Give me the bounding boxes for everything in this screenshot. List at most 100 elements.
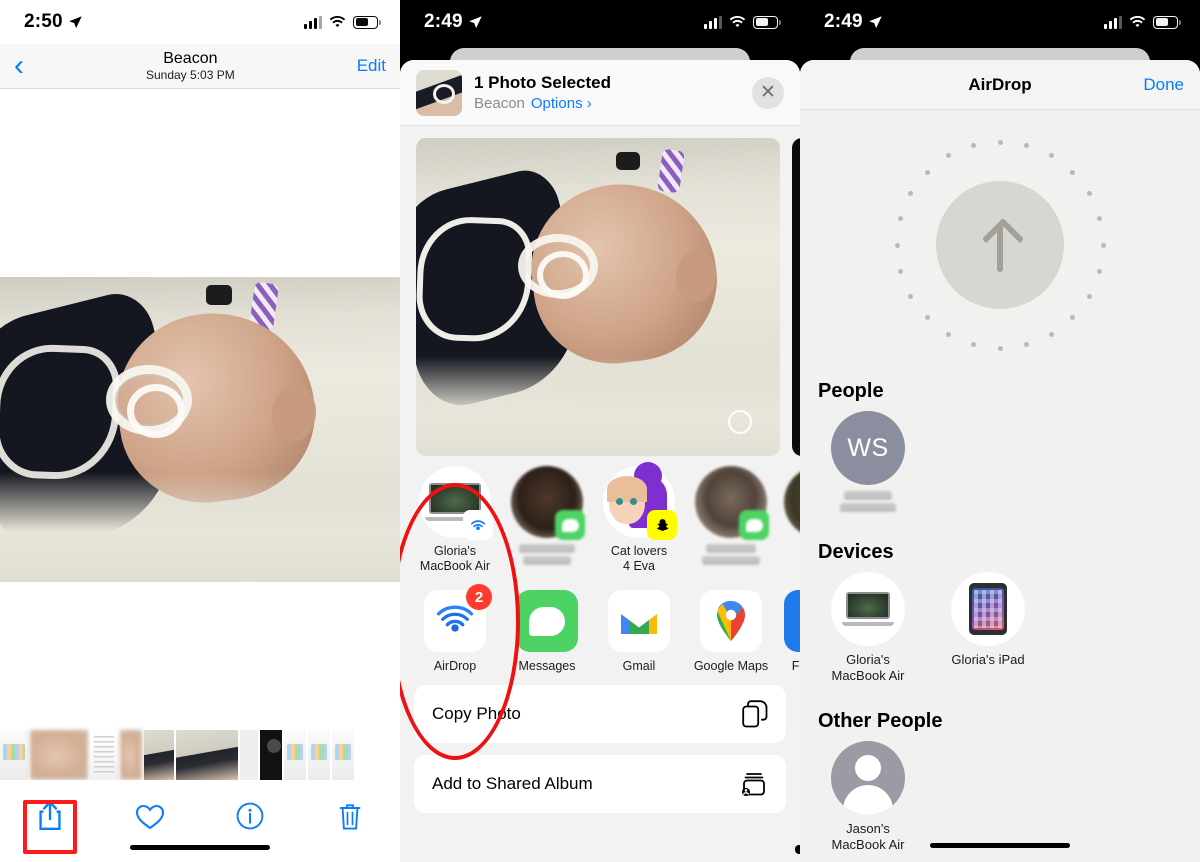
share-target-macbook[interactable]: Gloria's MacBook Air — [416, 466, 494, 574]
facebook-app-icon — [784, 590, 800, 652]
ipad-icon — [969, 583, 1007, 635]
airdrop-target-macbook[interactable]: Gloria's MacBook Air — [818, 572, 918, 684]
thumbnail-item[interactable] — [90, 730, 118, 780]
battery-icon — [1153, 15, 1181, 29]
airdrop-target-other-person[interactable]: Jason's MacBook Air — [818, 741, 918, 853]
airdrop-target-person[interactable]: WS — [818, 411, 918, 515]
google-maps-app-icon — [700, 590, 762, 652]
device-name-line1: Gloria's iPad — [951, 652, 1025, 667]
group-avatar — [603, 462, 677, 540]
done-button[interactable]: Done — [1143, 75, 1184, 95]
heart-icon — [135, 804, 165, 829]
thumbnail-item[interactable] — [240, 730, 258, 780]
app-target-google-maps[interactable]: Google Maps — [692, 590, 770, 673]
panel-photo-viewer: 2:50 ‹ Beacon Sunday 5:03 PM Edit — [0, 0, 400, 862]
share-sheet-header: 1 Photo Selected Beacon Options › ✕ — [400, 60, 800, 126]
title-block: Beacon Sunday 5:03 PM — [146, 50, 235, 83]
action-row-add-to-shared-album[interactable]: Add to Shared Album — [414, 755, 786, 813]
share-target-contact-redacted[interactable] — [508, 466, 586, 568]
share-highlight-box — [23, 800, 77, 854]
airdrop-header: AirDrop Done — [800, 60, 1200, 110]
section-people: People WS — [800, 380, 1200, 515]
preview-photo-secondary[interactable] — [792, 138, 800, 456]
chevron-right-icon: › — [586, 94, 592, 112]
location-arrow-icon — [469, 15, 482, 28]
arrow-up-icon — [978, 218, 1022, 272]
close-x-icon: ✕ — [760, 82, 776, 103]
section-title: Devices — [818, 541, 894, 563]
selected-photo-thumbnail[interactable] — [416, 69, 462, 116]
suggested-contacts-row[interactable]: Gloria's MacBook Air Cat lovers 4 Eva — [400, 462, 800, 584]
photo-pacifier — [518, 234, 598, 299]
shared-album-icon — [742, 773, 765, 796]
status-indicators — [304, 15, 381, 29]
photo-preview-row[interactable] — [400, 126, 800, 456]
options-button[interactable]: Options › — [531, 95, 592, 112]
thumbnail-item[interactable] — [176, 730, 238, 780]
cellular-bars-icon — [304, 15, 322, 29]
airdrop-sheet: AirDrop Done People WS Devices Gloria's … — [800, 60, 1200, 862]
action-label: Add to Shared Album — [432, 774, 593, 793]
app-label: Gmail — [622, 659, 656, 673]
share-target-contact-partial[interactable]: N — [784, 466, 800, 559]
favorite-button[interactable] — [120, 792, 180, 840]
trash-icon — [339, 803, 361, 830]
app-target-gmail[interactable]: Gmail — [600, 590, 678, 673]
messages-badge-icon — [739, 510, 769, 540]
contact-avatar — [784, 466, 800, 538]
section-other-people: Other People Jason's MacBook Air — [800, 710, 1200, 853]
preview-photo-primary[interactable] — [416, 138, 780, 456]
action-row-copy-photo[interactable]: Copy Photo — [414, 685, 786, 743]
status-time: 2:49 — [424, 11, 463, 32]
thumbnail-item[interactable] — [120, 730, 142, 780]
info-button[interactable] — [220, 792, 280, 840]
status-bar: 2:49 — [400, 0, 800, 44]
avatar-macbook — [831, 572, 905, 646]
wifi-icon — [729, 15, 746, 27]
share-target-cat-lovers[interactable]: Cat lovers 4 Eva — [600, 462, 678, 574]
thumbnail-strip[interactable] — [0, 730, 400, 780]
section-title: People — [818, 380, 884, 402]
app-target-messages[interactable]: Messages — [508, 590, 586, 673]
airdrop-target-ipad[interactable]: Gloria's iPad — [938, 572, 1038, 684]
photo-bedsheet — [0, 472, 400, 582]
app-target-airdrop[interactable]: 2 AirDrop — [416, 584, 494, 673]
thumbnail-item[interactable] — [308, 730, 330, 780]
selection-circle-icon[interactable] — [728, 410, 752, 434]
action-label: Copy Photo — [432, 704, 521, 723]
status-time-group: 2:49 — [424, 11, 483, 33]
photo-toy — [206, 285, 232, 305]
contact-avatar — [695, 466, 769, 540]
back-button[interactable]: ‹ — [14, 51, 24, 81]
share-button[interactable] — [20, 792, 80, 854]
panel-airdrop: 2:49 AirDrop Done People WS Devices Glor… — [800, 0, 1200, 862]
home-indicator — [130, 845, 270, 850]
wifi-icon — [329, 15, 346, 27]
edit-button[interactable]: Edit — [357, 56, 386, 76]
share-target-label-line2: MacBook Air — [419, 559, 491, 573]
thumbnail-item[interactable] — [284, 730, 306, 780]
delete-button[interactable] — [320, 792, 380, 840]
thumbnail-item[interactable] — [144, 730, 174, 780]
section-title: Other People — [818, 710, 943, 732]
thumbnail-item[interactable] — [0, 730, 28, 780]
app-target-partial[interactable]: Fa — [784, 590, 800, 673]
close-button[interactable]: ✕ — [752, 76, 784, 109]
airdrop-title: AirDrop — [968, 74, 1032, 94]
radar-center[interactable] — [936, 181, 1064, 309]
macbook-icon — [842, 592, 894, 626]
app-label: AirDrop — [433, 659, 477, 673]
share-target-contact-redacted[interactable] — [692, 466, 770, 568]
share-target-label-partial: N — [784, 544, 800, 559]
thumbnail-item[interactable] — [260, 730, 282, 780]
app-label: Messages — [518, 659, 576, 673]
main-photo[interactable] — [0, 277, 400, 582]
app-targets-row[interactable]: 2 AirDrop Messages Gmail Google Maps F — [400, 584, 800, 685]
status-time: 2:50 — [24, 11, 63, 32]
thumbnail-item[interactable] — [332, 730, 354, 780]
thumbnail-item[interactable] — [30, 730, 88, 780]
cellular-bars-icon — [1104, 15, 1122, 29]
gmail-app-icon — [608, 590, 670, 652]
snapchat-ghost-icon — [656, 518, 668, 531]
app-label: Google Maps — [693, 659, 769, 673]
